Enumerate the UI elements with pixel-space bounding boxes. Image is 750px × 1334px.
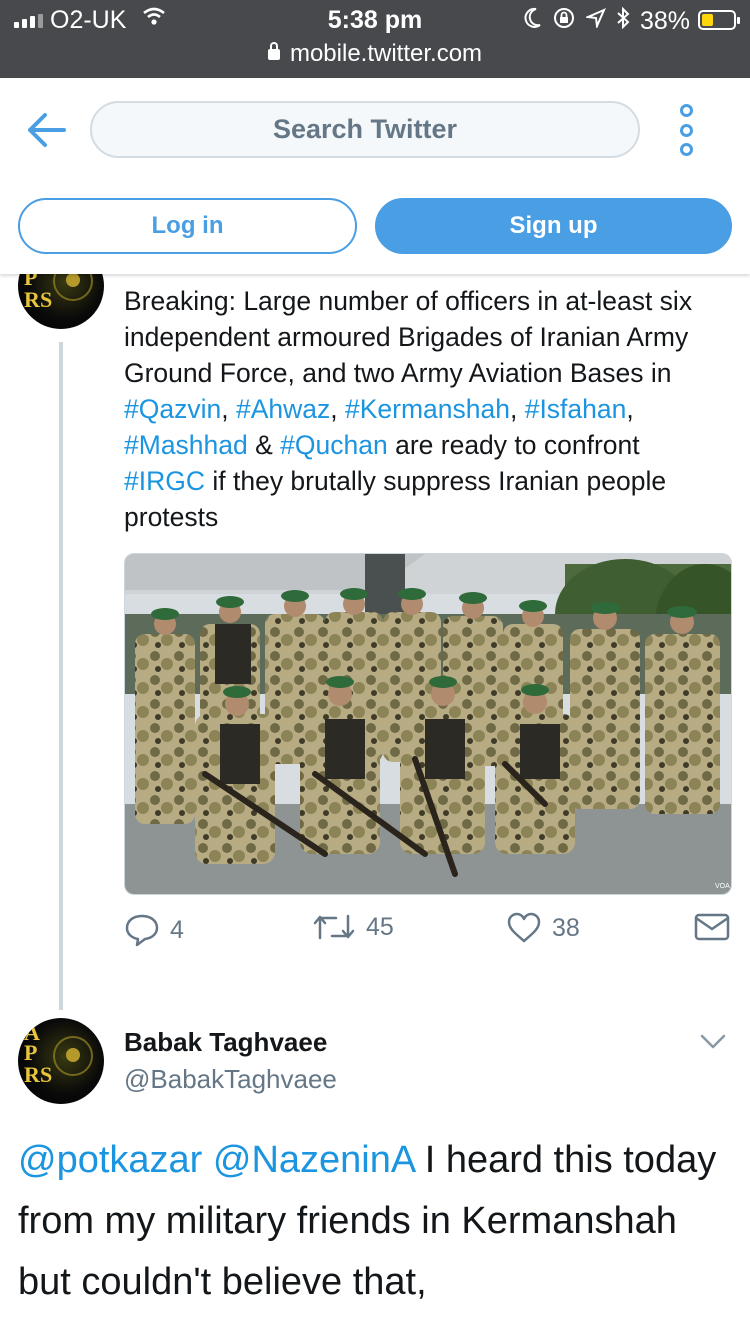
avatar-letter: S (40, 1062, 53, 1087)
search-input[interactable]: Search Twitter (90, 101, 640, 158)
avatar-letter: P (24, 1040, 38, 1065)
chevron-down-icon[interactable] (700, 1032, 726, 1052)
like-count: 38 (552, 913, 580, 942)
text-run: & (247, 430, 281, 460)
retweet-count: 45 (366, 912, 394, 941)
avatar[interactable]: A P R S (18, 1018, 104, 1104)
mention-link[interactable]: @NazeninA (213, 1139, 414, 1181)
text-run: Breaking: Large number of officers in at… (124, 286, 693, 388)
like-button[interactable]: 38 (506, 912, 580, 944)
url-bar[interactable]: mobile.twitter.com (0, 40, 750, 68)
text-run: if they brutally suppress Iranian people… (124, 466, 667, 532)
retweet-icon (313, 914, 355, 940)
hashtag-link[interactable]: #Ahwaz (236, 394, 330, 424)
more-options-icon[interactable] (676, 104, 696, 156)
text-run (202, 1139, 213, 1181)
hashtag-link[interactable]: #Kermanshah (345, 394, 510, 424)
direct-message-button[interactable] (694, 912, 730, 942)
signup-button[interactable]: Sign up (375, 198, 732, 254)
avatar-letter: S (40, 287, 53, 312)
lock-icon (267, 42, 280, 60)
author-name[interactable]: Babak Taghvaee (124, 1027, 327, 1058)
hashtag-link[interactable]: #Quchan (280, 430, 388, 460)
tweet-actions: 4 45 38 (124, 912, 734, 956)
hashtag-link[interactable]: #Isfahan (525, 394, 627, 424)
tweet-text: Breaking: Large number of officers in at… (124, 283, 724, 535)
avatar-letter: R (24, 287, 40, 312)
reply-count: 4 (170, 915, 184, 944)
text-run: , (221, 394, 236, 424)
envelope-icon (694, 913, 730, 941)
rotation-lock-icon (552, 6, 576, 36)
battery-icon (698, 10, 740, 30)
hashtag-link[interactable]: #Mashhad (124, 430, 248, 460)
hashtag-link[interactable]: #Qazvin (124, 394, 221, 424)
heart-icon (507, 912, 541, 943)
tweet-photo[interactable]: VOA (124, 553, 732, 895)
bluetooth-icon (616, 6, 630, 35)
text-run: , (626, 394, 634, 424)
url-text: mobile.twitter.com (289, 40, 483, 67)
text-run: , (509, 394, 525, 424)
back-arrow-icon[interactable] (26, 110, 68, 150)
text-run: are ready to confront (387, 430, 640, 460)
moon-icon (524, 7, 542, 35)
thread-line (59, 342, 63, 1010)
text-run: , (330, 394, 345, 424)
hashtag-link[interactable]: #IRGC (124, 466, 205, 496)
twitter-header: Search Twitter Log in Sign up (0, 78, 750, 274)
status-bar: O2-UK 5:38 pm 38% mobile.twitter.com (0, 0, 750, 78)
media-watermark: VOA (715, 883, 730, 890)
avatar-letter: R (24, 1062, 40, 1087)
battery-percent: 38% (639, 6, 690, 35)
tweet-text: @potkazar @NazeninA I heard this today f… (18, 1130, 738, 1313)
reply-button[interactable]: 4 (124, 912, 184, 948)
author-handle[interactable]: @BabakTaghvaee (124, 1064, 337, 1095)
login-button[interactable]: Log in (18, 198, 357, 254)
mention-link[interactable]: @potkazar (18, 1139, 202, 1181)
location-icon (584, 8, 606, 34)
retweet-button[interactable]: 45 (312, 912, 394, 942)
reply-icon (125, 914, 159, 947)
